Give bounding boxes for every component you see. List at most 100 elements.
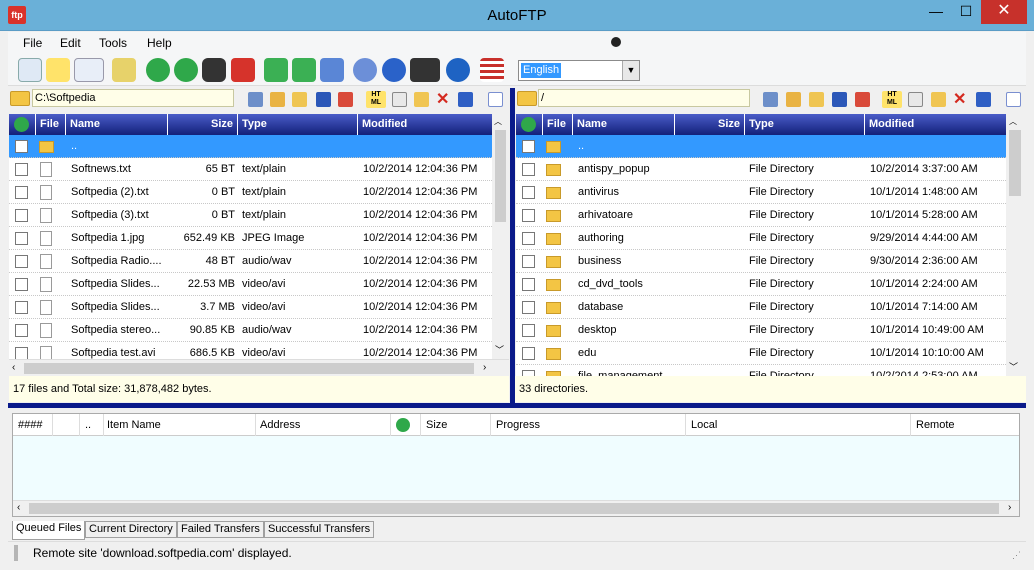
pane-splitter[interactable] xyxy=(510,88,515,404)
open-book-icon[interactable] xyxy=(18,58,42,82)
up-folder-icon[interactable] xyxy=(270,92,285,107)
home-folder-icon[interactable] xyxy=(292,92,307,107)
row-checkbox[interactable] xyxy=(522,140,535,153)
tag-icon[interactable] xyxy=(338,92,353,107)
row-checkbox[interactable] xyxy=(15,140,28,153)
menu-help[interactable]: Help xyxy=(147,36,172,50)
refresh-icon[interactable] xyxy=(832,92,847,107)
tab-queued-files[interactable]: Queued Files xyxy=(12,521,86,540)
row-checkbox[interactable] xyxy=(522,347,535,360)
scroll-down-icon[interactable]: ﹀ xyxy=(1009,360,1018,373)
find-icon[interactable] xyxy=(763,92,778,107)
edit-file-icon[interactable] xyxy=(392,92,407,107)
edit-file-icon[interactable] xyxy=(908,92,923,107)
row-checkbox[interactable] xyxy=(522,163,535,176)
select-all-icon[interactable] xyxy=(1006,92,1021,107)
sync-left-icon[interactable] xyxy=(264,58,288,82)
html-icon[interactable]: HT ML xyxy=(882,91,902,108)
row-checkbox[interactable] xyxy=(522,209,535,222)
col-address[interactable]: Address xyxy=(256,414,391,436)
delete-icon[interactable]: ✕ xyxy=(953,89,966,109)
menu-file[interactable]: File xyxy=(23,36,42,50)
list-item[interactable]: Softpedia (2).txt 0 BT text/plain 10/2/2014… xyxy=(9,181,492,204)
chevron-down-icon[interactable]: ▼ xyxy=(622,61,639,80)
row-checkbox[interactable] xyxy=(15,301,28,314)
col-modified[interactable]: Modified xyxy=(358,114,492,135)
tab-current-directory[interactable]: Current Directory xyxy=(85,521,177,538)
list-item[interactable]: antispy_popup File Directory 10/2/2014 3:3… xyxy=(516,158,1006,181)
remote-path-input[interactable]: / xyxy=(538,89,750,107)
delete-icon[interactable]: ✕ xyxy=(436,89,449,109)
local-horizontal-scrollbar[interactable]: ‹ › xyxy=(9,359,509,376)
tab-successful-transfers[interactable]: Successful Transfers xyxy=(264,521,375,538)
row-checkbox[interactable] xyxy=(15,186,28,199)
row-checkbox[interactable] xyxy=(522,324,535,337)
col-size[interactable]: Size xyxy=(421,414,491,436)
close-button[interactable]: ✕ xyxy=(981,0,1027,24)
upload-arrow-icon[interactable] xyxy=(174,58,198,82)
minimize-button[interactable]: — xyxy=(922,0,950,24)
info-icon[interactable] xyxy=(446,58,470,82)
refresh-icon[interactable] xyxy=(316,92,331,107)
download-arrow-icon[interactable] xyxy=(521,117,536,132)
list-item[interactable]: Softpedia Slides... 22.53 MB video/avi 10/2… xyxy=(9,273,492,296)
list-item[interactable]: authoring File Directory 9/29/2014 4:44:00… xyxy=(516,227,1006,250)
local-vertical-scrollbar[interactable]: ︿ ﹀ xyxy=(492,114,509,359)
list-item[interactable]: edu File Directory 10/1/2014 10:10:00 AM xyxy=(516,342,1006,365)
home-folder-icon[interactable] xyxy=(809,92,824,107)
row-checkbox[interactable] xyxy=(15,163,28,176)
scroll-down-icon[interactable]: ﹀ xyxy=(495,343,504,356)
row-checkbox[interactable] xyxy=(15,209,28,222)
list-item[interactable]: Softnews.txt 65 BT text/plain 10/2/2014 12:… xyxy=(9,158,492,181)
list-item[interactable]: Softpedia Slides... 3.7 MB video/avi 10/2/2… xyxy=(9,296,492,319)
row-checkbox[interactable] xyxy=(15,232,28,245)
list-item[interactable]: antivirus File Directory 10/1/2014 1:48:00… xyxy=(516,181,1006,204)
download-arrow-icon[interactable] xyxy=(146,58,170,82)
disconnect-plug-icon[interactable] xyxy=(112,58,136,82)
list-item-parent[interactable]: .. xyxy=(9,135,492,158)
row-checkbox[interactable] xyxy=(522,301,535,314)
col-progress[interactable]: Progress xyxy=(491,414,686,436)
list-item[interactable]: database File Directory 10/1/2014 7:14:00 … xyxy=(516,296,1006,319)
col-item-name[interactable]: Item Name xyxy=(104,414,256,436)
row-checkbox[interactable] xyxy=(15,278,28,291)
browse-folder-icon[interactable] xyxy=(10,91,30,106)
remote-vertical-scrollbar[interactable]: ︿ ﹀ xyxy=(1006,114,1024,376)
row-checkbox[interactable] xyxy=(522,278,535,291)
scroll-left-icon[interactable]: ‹ xyxy=(12,362,15,373)
col-file[interactable]: File xyxy=(36,114,66,135)
col-file[interactable]: File xyxy=(543,114,573,135)
list-item[interactable]: cd_dvd_tools File Directory 10/1/2014 2:24… xyxy=(516,273,1006,296)
scroll-left-icon[interactable]: ‹ xyxy=(17,502,20,513)
scroll-right-icon[interactable]: › xyxy=(483,362,486,373)
row-checkbox[interactable] xyxy=(522,255,535,268)
new-document-dropdown-icon[interactable] xyxy=(74,58,104,82)
html-icon[interactable]: HT ML xyxy=(366,91,386,108)
list-item[interactable]: Softpedia (3).txt 0 BT text/plain 10/2/2014… xyxy=(9,204,492,227)
scroll-up-icon[interactable]: ︿ xyxy=(1009,116,1017,127)
video-camera-dropdown-icon[interactable] xyxy=(410,58,440,82)
list-item[interactable]: Softpedia 1.jpg 652.49 KB JPEG Image 10/2/2… xyxy=(9,227,492,250)
col-type[interactable]: Type xyxy=(745,114,865,135)
remote-folder-icon[interactable] xyxy=(517,91,537,106)
col-type[interactable]: Type xyxy=(238,114,358,135)
col-name[interactable]: Name xyxy=(66,114,168,135)
row-checkbox[interactable] xyxy=(15,255,28,268)
list-item[interactable]: Softpedia test.avi 686.5 KB video/avi 10/2/… xyxy=(9,342,492,359)
list-item[interactable]: arhivatoare File Directory 10/1/2014 5:28:… xyxy=(516,204,1006,227)
maximize-button[interactable]: ☐ xyxy=(952,0,980,24)
select-all-icon[interactable] xyxy=(488,92,503,107)
resize-grip-icon[interactable]: ⋰ xyxy=(1012,550,1021,561)
h-scroll-thumb[interactable] xyxy=(24,363,474,374)
new-folder-icon[interactable] xyxy=(931,92,946,107)
settings-gear-icon[interactable] xyxy=(353,58,377,82)
us-flag-icon[interactable] xyxy=(480,58,504,82)
up-folder-icon[interactable] xyxy=(786,92,801,107)
stop-hand-icon[interactable] xyxy=(231,58,255,82)
col-dots[interactable]: .. xyxy=(80,414,104,436)
col-blank[interactable] xyxy=(53,414,80,436)
list-item[interactable]: file_management File Directory 10/2/2014 2… xyxy=(516,365,1006,376)
wizard-star-icon[interactable] xyxy=(46,58,70,82)
col-local[interactable]: Local xyxy=(686,414,911,436)
list-item[interactable]: business File Directory 9/30/2014 2:36:00 … xyxy=(516,250,1006,273)
